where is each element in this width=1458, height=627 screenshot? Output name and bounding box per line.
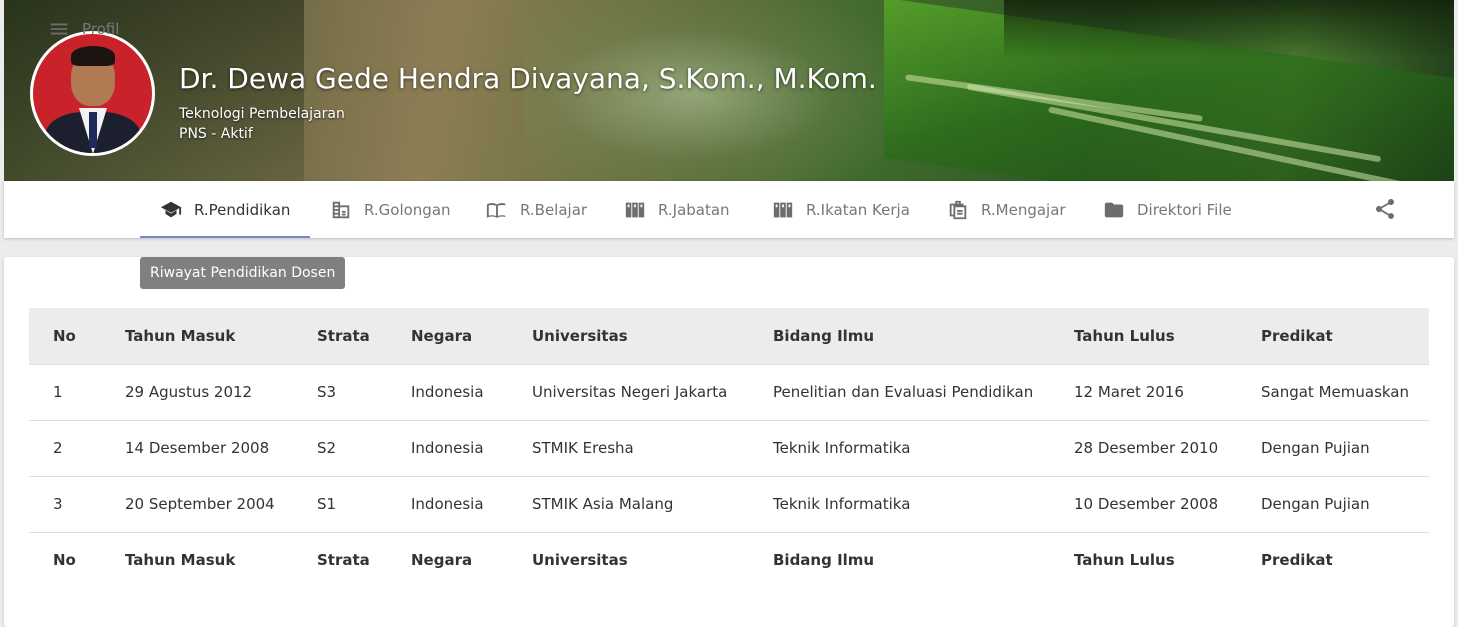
tab-label: R.Mengajar [981,200,1066,219]
cell-universitas: STMIK Eresha [532,439,634,457]
tab-r-mengajar[interactable]: R.Mengajar [947,181,1066,238]
clipboard-icon [949,200,967,219]
tab-label: R.Belajar [520,200,588,219]
tab-label: R.Pendidikan [194,200,291,219]
cell-negara: Indonesia [411,383,484,401]
column-footer: Strata [317,551,370,570]
cell-strata: S1 [317,495,337,513]
tab-profil[interactable]: Profil [48,0,119,57]
cell-no: 3 [53,495,63,513]
tab-r-ikatan-kerja[interactable]: R.Ikatan Kerja [772,181,910,238]
cell-tahun-masuk: 20 September 2004 [125,495,275,513]
cell-strata: S2 [317,439,337,457]
share-button[interactable] [1373,197,1397,221]
cell-tahun-lulus: 12 Maret 2016 [1074,383,1184,401]
table-footer-row: No Tahun Masuk Strata Negara Universitas… [29,532,1429,588]
tooltip: Riwayat Pendidikan Dosen [140,257,346,289]
binders-icon [625,202,645,217]
table-row: 1 29 Agustus 2012 S3 Indonesia Universit… [29,364,1429,420]
cell-strata: S3 [317,383,337,401]
tab-label: Direktori File [1137,200,1232,219]
column-header: No [53,326,76,345]
cell-tahun-lulus: 10 Desember 2008 [1074,495,1219,513]
tab-label: R.Jabatan [658,200,730,219]
building-chart-icon [332,201,350,218]
column-footer: Bidang Ilmu [773,551,875,570]
cell-negara: Indonesia [411,495,484,513]
profile-department: Teknologi Pembelajaran [179,106,345,122]
tab-r-jabatan[interactable]: R.Jabatan [624,181,730,238]
education-table: No Tahun Masuk Strata Negara Universitas… [29,308,1429,588]
cell-bidang-ilmu: Teknik Informatika [773,439,911,457]
cell-bidang-ilmu: Teknik Informatika [773,495,911,513]
cell-no: 2 [53,439,63,457]
table-row: 3 20 September 2004 S1 Indonesia STMIK A… [29,476,1429,532]
table-header-row: No Tahun Masuk Strata Negara Universitas… [29,308,1429,364]
share-icon [1376,199,1394,219]
cell-universitas: Universitas Negeri Jakarta [532,383,728,401]
tab-r-golongan[interactable]: R.Golongan [330,181,451,238]
column-header: Negara [411,326,473,345]
cell-predikat: Dengan Pujian [1261,495,1370,513]
column-header: Universitas [532,326,628,345]
cell-bidang-ilmu: Penelitian dan Evaluasi Pendidikan [773,383,1034,401]
cell-negara: Indonesia [411,439,484,457]
column-header: Bidang Ilmu [773,326,875,345]
column-footer: No [53,551,76,570]
column-footer: Tahun Masuk [125,551,236,570]
tab-label: R.Golongan [364,200,451,219]
cell-predikat: Dengan Pujian [1261,439,1370,457]
profile-name: Dr. Dewa Gede Hendra Divayana, S.Kom., M… [179,62,877,95]
column-header: Tahun Lulus [1074,326,1175,345]
column-footer: Tahun Lulus [1074,551,1175,570]
folder-icon [1104,202,1124,217]
cell-tahun-masuk: 29 Agustus 2012 [125,383,253,401]
binders-icon [773,202,793,217]
column-header: Tahun Masuk [125,326,236,345]
tab-label: Profil [82,19,120,38]
tab-r-pendidikan[interactable]: R.Pendidikan [140,181,311,238]
tab-r-belajar[interactable]: R.Belajar [486,181,587,238]
tab-direktori-file[interactable]: Direktori File [1103,181,1232,238]
column-header: Strata [317,326,370,345]
graduation-cap-icon [160,201,182,217]
cell-tahun-masuk: 14 Desember 2008 [125,439,270,457]
cell-universitas: STMIK Asia Malang [532,495,674,513]
tab-label: R.Ikatan Kerja [806,200,910,219]
cell-tahun-lulus: 28 Desember 2010 [1074,439,1219,457]
cell-predikat: Sangat Memuaskan [1261,383,1410,401]
column-footer: Negara [411,551,473,570]
table-row: 2 14 Desember 2008 S2 Indonesia STMIK Er… [29,420,1429,476]
column-header: Predikat [1261,326,1333,345]
column-footer: Universitas [532,551,628,570]
menu-icon [50,23,68,34]
cell-no: 1 [53,383,63,401]
profile-status: PNS - Aktif [179,126,253,142]
book-open-icon [486,202,506,218]
column-footer: Predikat [1261,551,1333,570]
